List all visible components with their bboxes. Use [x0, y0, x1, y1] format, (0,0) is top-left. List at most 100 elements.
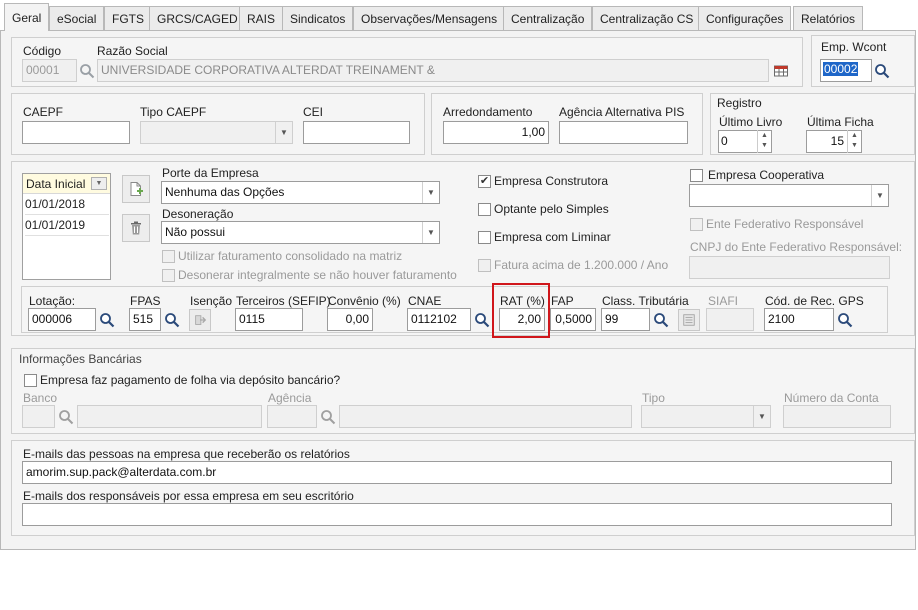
convenio-field[interactable]: 0,00 [327, 308, 373, 331]
fpas-search-button[interactable] [161, 308, 183, 331]
tab-geral[interactable]: Geral [4, 3, 50, 31]
deposito-checkbox[interactable] [24, 374, 37, 387]
tab-rais[interactable]: RAIS [239, 6, 284, 30]
class-tributaria-list-button[interactable] [678, 309, 700, 331]
fpas-label: FPAS [130, 294, 161, 308]
tab-relatorios[interactable]: Relatórios [793, 6, 864, 30]
ente-federativo-checkbox[interactable] [690, 218, 703, 231]
agencia-code-field[interactable] [267, 405, 317, 428]
agencia-pis-field[interactable] [559, 121, 688, 144]
tab-esocial[interactable]: eSocial [49, 6, 105, 30]
tab-fgts[interactable]: FGTS [104, 6, 152, 30]
banco-search-button[interactable] [55, 405, 77, 428]
list-item[interactable]: 01/01/2018 [25, 197, 109, 215]
fap-label: FAP [551, 294, 574, 308]
tipo-label: Tipo [642, 391, 665, 405]
class-tributaria-label: Class. Tributária [602, 294, 689, 308]
desonerar-integral-checkbox[interactable] [162, 269, 175, 282]
fatura-acima-label: Fatura acima de 1.200.000 / Ano [494, 258, 669, 272]
agencia-name-field[interactable] [339, 405, 632, 428]
arredondamento-field[interactable]: 1,00 [443, 121, 549, 144]
cnae-search-button[interactable] [471, 308, 493, 331]
isencao-button[interactable] [189, 309, 211, 331]
agencia-pis-label: Agência Alternativa PIS [559, 105, 685, 119]
banco-label: Banco [23, 391, 58, 405]
fat-consolidado-label: Utilizar faturamento consolidado na matr… [178, 249, 403, 263]
cnae-field[interactable]: 0112102 [407, 308, 471, 331]
table-icon [774, 65, 788, 76]
chevron-down-icon[interactable]: ▼ [422, 222, 439, 243]
terceiros-label: Terceiros (SEFIP) [236, 294, 331, 308]
cooperativa-checkbox[interactable] [690, 169, 703, 182]
tab-observacoes[interactable]: Observações/Mensagens [353, 6, 506, 30]
cei-field[interactable] [303, 121, 410, 144]
liminar-checkbox[interactable] [478, 231, 491, 244]
cooperativa-select[interactable] [689, 184, 889, 207]
banco-code-field[interactable] [22, 405, 55, 428]
delete-date-button[interactable] [122, 214, 150, 242]
chevron-down-icon[interactable]: ▼ [275, 122, 292, 143]
terceiros-field[interactable]: 0115 [235, 308, 303, 331]
razao-social-lookup-button[interactable] [770, 59, 792, 82]
numero-conta-field[interactable] [783, 405, 891, 428]
chevron-down-icon[interactable]: ▼ [871, 185, 888, 206]
agencia-search-button[interactable] [317, 405, 339, 428]
filter-dropdown-icon[interactable]: ▼ [91, 177, 107, 190]
tipo-select[interactable] [641, 405, 771, 428]
porte-empresa-label: Porte da Empresa [162, 166, 259, 180]
fap-field[interactable]: 0,5000 [550, 308, 596, 331]
simples-checkbox[interactable] [478, 203, 491, 216]
codigo-field[interactable]: 00001 [22, 59, 77, 82]
add-date-button[interactable] [122, 175, 150, 203]
search-icon [100, 312, 115, 327]
ultima-ficha-stepper[interactable]: ▲ ▼ [847, 130, 861, 153]
wcont-field[interactable]: 00002 [820, 59, 872, 82]
emails-responsaveis-label: E-mails dos responsáveis por essa empres… [23, 489, 354, 503]
fpas-field[interactable]: 515 [129, 308, 161, 331]
porte-empresa-select[interactable]: Nenhuma das Opções [161, 181, 440, 204]
search-icon [59, 409, 74, 424]
emails-pessoas-field[interactable]: amorim.sup.pack@alterdata.com.br [22, 461, 892, 484]
arredondamento-label: Arredondamento [443, 105, 533, 119]
search-icon [475, 312, 490, 327]
desoneracao-label: Desoneração [162, 207, 234, 221]
tab-sindicatos[interactable]: Sindicatos [282, 6, 354, 30]
desoneracao-select[interactable]: Não possui [161, 221, 440, 244]
siafi-field[interactable] [706, 308, 754, 331]
lotacao-search-button[interactable] [96, 308, 118, 331]
gps-field[interactable]: 2100 [764, 308, 834, 331]
data-inicial-header[interactable]: Data Inicial ▼ [23, 174, 110, 194]
tipo-caepf-select[interactable] [140, 121, 293, 144]
wcont-search-button[interactable] [871, 59, 893, 82]
chevron-down-icon[interactable]: ▼ [753, 406, 770, 427]
emails-responsaveis-field[interactable] [22, 503, 892, 526]
tab-centralizacao-cs[interactable]: Centralização CS [592, 6, 702, 30]
desonerar-integral-label: Desonerar integralmente se não houver fa… [178, 268, 457, 282]
tab-configuracoes[interactable]: Configurações [698, 6, 792, 30]
caepf-field[interactable] [22, 121, 130, 144]
chevron-down-icon[interactable]: ▼ [422, 182, 439, 203]
data-inicial-header-label: Data Inicial [26, 177, 86, 191]
codigo-search-button[interactable] [76, 59, 98, 82]
agencia-label: Agência [268, 391, 312, 405]
construtora-checkbox[interactable]: ✔ [478, 175, 491, 188]
ultimo-livro-stepper[interactable]: ▲ ▼ [757, 130, 771, 153]
list-item[interactable]: 01/01/2019 [25, 218, 109, 236]
razao-social-field[interactable]: UNIVERSIDADE CORPORATIVA ALTERDAT TREINA… [97, 59, 769, 82]
trash-icon [131, 221, 141, 235]
class-tributaria-field[interactable]: 99 [601, 308, 650, 331]
tipo-caepf-label: Tipo CAEPF [140, 105, 207, 119]
banco-name-field[interactable] [77, 405, 262, 428]
fat-consolidado-checkbox[interactable] [162, 250, 175, 263]
tab-centralizacao[interactable]: Centralização [503, 6, 593, 30]
tab-grcs-caged[interactable]: GRCS/CAGED [149, 6, 246, 30]
gps-label: Cód. de Rec. GPS [765, 294, 864, 308]
search-icon [654, 312, 669, 327]
gps-search-button[interactable] [834, 308, 856, 331]
class-tributaria-search-button[interactable] [650, 308, 672, 331]
emails-pessoas-label: E-mails das pessoas na empresa que receb… [23, 447, 350, 461]
fatura-acima-checkbox[interactable] [478, 259, 491, 272]
lotacao-field[interactable]: 000006 [28, 308, 96, 331]
cnpj-ente-field[interactable] [689, 256, 890, 279]
codigo-label: Código [23, 44, 62, 58]
